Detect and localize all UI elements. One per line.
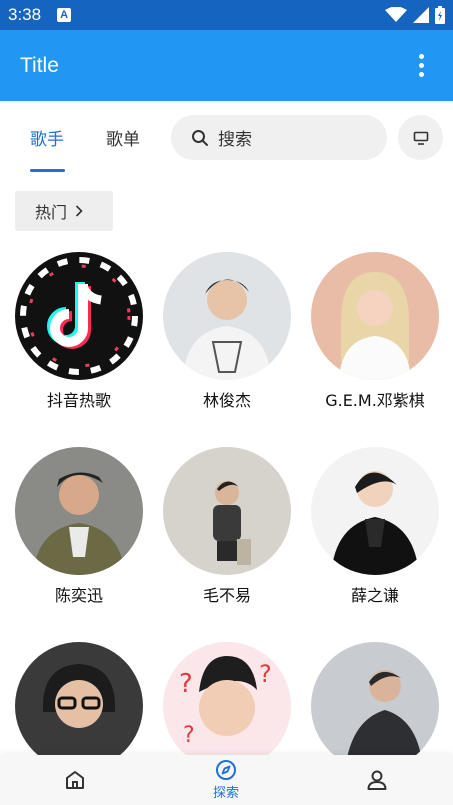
artist-name: 抖音热歌 — [46, 391, 111, 410]
avatar — [311, 642, 439, 770]
status-time: 3:38 — [8, 5, 42, 24]
artist-name: 林俊杰 — [202, 391, 251, 410]
svg-text:?: ? — [183, 723, 195, 748]
avatar — [311, 447, 439, 575]
app-bar: Title — [0, 30, 453, 101]
avatar — [15, 642, 143, 770]
artist-name: G.E.M.邓紫棋 — [325, 391, 425, 410]
battery-icon — [435, 6, 445, 24]
svg-text:?: ? — [179, 669, 193, 699]
more-vert-icon[interactable] — [409, 46, 433, 86]
artist-item-joker-xue[interactable]: 薛之谦 — [300, 447, 450, 606]
nav-label: 探索 — [212, 786, 239, 801]
notification-badge-icon: A — [57, 8, 72, 22]
app-title: Title — [20, 53, 59, 77]
artist-item-gem[interactable]: G.E.M.邓紫棋 — [300, 252, 450, 411]
avatar — [163, 447, 291, 575]
nav-explore[interactable]: 探索 — [201, 755, 251, 805]
artist-item-mao-buyi[interactable]: 毛不易 — [152, 447, 302, 606]
nav-profile[interactable] — [352, 755, 402, 805]
status-icons — [385, 6, 445, 24]
nav-home[interactable] — [50, 755, 100, 805]
person-icon — [367, 770, 387, 790]
avatar — [15, 252, 143, 380]
artist-item-jj-lin[interactable]: 林俊杰 — [152, 252, 302, 411]
filter-hot-chip[interactable]: 热门 — [15, 191, 113, 231]
status-bar: 3:38 A — [0, 0, 453, 30]
artist-item-eason[interactable]: 陈奕迅 — [4, 447, 154, 606]
signal-icon — [413, 7, 429, 23]
artist-name: 薛之谦 — [350, 586, 399, 605]
avatar: ??? — [163, 642, 291, 770]
filter-label: 热门 — [35, 203, 68, 222]
tv-button[interactable] — [398, 115, 443, 160]
artist-name: 毛不易 — [202, 586, 251, 605]
search-placeholder: 搜索 — [218, 130, 252, 150]
svg-text:?: ? — [259, 660, 272, 688]
artist-name: 陈奕迅 — [54, 586, 103, 605]
avatar — [15, 447, 143, 575]
tab-indicator — [30, 169, 65, 172]
search-icon — [192, 129, 208, 146]
wifi-icon — [385, 7, 407, 22]
artist-item-douyin[interactable]: 抖音热歌 — [4, 252, 154, 411]
tabs-row: 歌手 歌单 搜索 — [0, 101, 453, 173]
monitor-icon — [413, 131, 428, 145]
tab-singers[interactable]: 歌手 — [30, 125, 64, 150]
compass-icon — [216, 760, 236, 780]
bottom-nav: 探索 — [0, 755, 453, 805]
avatar — [163, 252, 291, 380]
chevron-right-icon — [75, 205, 83, 217]
tab-playlists[interactable]: 歌单 — [106, 125, 140, 150]
douyin-logo-icon — [20, 257, 138, 375]
search-input[interactable]: 搜索 — [171, 115, 387, 160]
home-icon — [66, 770, 84, 789]
avatar — [311, 252, 439, 380]
